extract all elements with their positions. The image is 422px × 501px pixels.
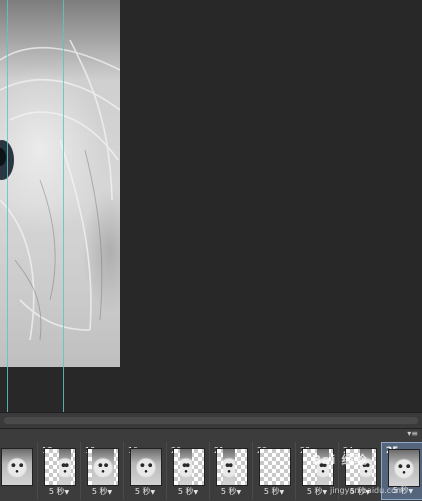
animation-frame[interactable]: 175 秒▼ bbox=[37, 442, 81, 500]
dropdown-arrow-icon: ▼ bbox=[279, 489, 285, 496]
frame-delay-label: 5 秒 bbox=[263, 487, 280, 496]
frame-delay-label: 5 秒 bbox=[48, 487, 65, 496]
frame-thumbnail bbox=[87, 448, 119, 486]
document-canvas[interactable] bbox=[0, 0, 422, 412]
frame-delay-dropdown[interactable]: 5 秒▼ bbox=[81, 487, 123, 498]
animation-frame[interactable]: 215 秒▼ bbox=[209, 442, 253, 500]
frame-thumbnail bbox=[130, 448, 162, 486]
dropdown-arrow-icon: ▼ bbox=[107, 489, 113, 496]
dog-thumbnail-image bbox=[223, 449, 235, 485]
frame-thumbnail bbox=[44, 448, 76, 486]
frame-delay-dropdown[interactable]: 5 秒▼ bbox=[253, 487, 295, 498]
frame-thumbnail bbox=[259, 448, 291, 486]
animation-frame[interactable]: 195 秒▼ bbox=[123, 442, 167, 500]
animation-frame[interactable]: 185 秒▼ bbox=[80, 442, 124, 500]
watermark-logo: Bai 经验 bbox=[312, 453, 368, 467]
dropdown-arrow-icon: ▼ bbox=[408, 488, 414, 495]
scrollbar-track[interactable] bbox=[4, 417, 418, 424]
frame-delay-label: 5 秒 bbox=[220, 487, 237, 496]
dropdown-arrow-icon: ▼ bbox=[150, 489, 156, 496]
frame-thumbnail bbox=[1, 448, 33, 486]
frame-delay-label: 5 秒 bbox=[134, 487, 151, 496]
dog-thumbnail-image bbox=[131, 449, 161, 485]
guide-line[interactable] bbox=[63, 0, 64, 412]
animation-frame[interactable]: 225 秒▼ bbox=[252, 442, 296, 500]
dropdown-arrow-icon: ▼ bbox=[193, 489, 199, 496]
dropdown-arrow-icon: ▼ bbox=[322, 489, 328, 496]
dog-thumbnail-image bbox=[59, 449, 71, 485]
dog-thumbnail-image bbox=[389, 450, 419, 486]
guide-line[interactable] bbox=[7, 0, 8, 412]
panel-menu-icon[interactable]: ▾≡ bbox=[407, 430, 418, 438]
dog-thumbnail-image bbox=[92, 449, 114, 485]
frame-delay-label: 5 秒 bbox=[91, 487, 108, 496]
dropdown-arrow-icon: ▼ bbox=[64, 489, 70, 496]
animation-frame[interactable]: 205 秒▼ bbox=[166, 442, 210, 500]
frame-delay-dropdown[interactable]: 5 秒▼ bbox=[167, 487, 209, 498]
frame-thumbnail bbox=[173, 448, 205, 486]
frame-delay-dropdown[interactable]: 5 秒▼ bbox=[124, 487, 166, 498]
frame-delay-label: 5 秒 bbox=[306, 487, 323, 496]
frame-thumbnail bbox=[216, 448, 248, 486]
dog-thumbnail-image bbox=[2, 449, 32, 485]
frame-thumbnail bbox=[388, 449, 420, 487]
frame-delay-dropdown[interactable]: 5 秒▼ bbox=[210, 487, 252, 498]
dog-thumbnail-image bbox=[180, 449, 192, 485]
dog-fur-image bbox=[0, 39, 120, 341]
frame-delay-label: 5 秒 bbox=[177, 487, 194, 496]
frame-delay-dropdown[interactable]: 5 秒▼ bbox=[38, 487, 80, 498]
horizontal-scrollbar[interactable] bbox=[0, 412, 422, 429]
animation-frame[interactable] bbox=[0, 442, 38, 500]
canvas-image[interactable] bbox=[0, 0, 120, 367]
watermark-url: jingyan.baidu.com bbox=[330, 486, 404, 495]
dropdown-arrow-icon: ▼ bbox=[236, 489, 242, 496]
